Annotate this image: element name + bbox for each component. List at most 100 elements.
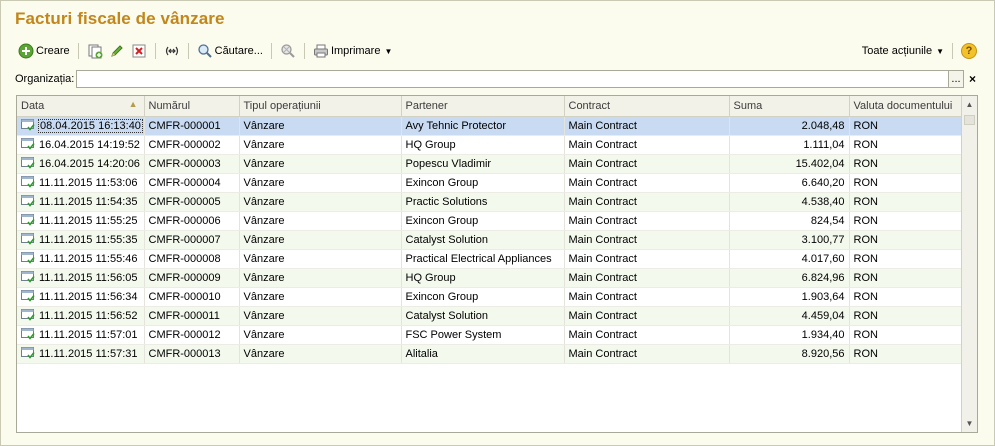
edit-icon — [109, 43, 125, 59]
table-row[interactable]: 11.11.2015 11:56:05 CMFR-000009 Vânzare HQ … — [17, 268, 963, 288]
cell-sum: 8.920,56 — [729, 344, 850, 364]
cell-partner: Exincon Group — [401, 287, 565, 307]
cell-currency: RON — [849, 325, 963, 345]
cell-partner: Practical Electrical Appliances — [401, 249, 565, 269]
create-label: Creare — [36, 45, 70, 57]
organization-filter: Organizația: ... × — [15, 69, 980, 89]
cell-date-text: 16.04.2015 14:19:52 — [39, 139, 140, 151]
cell-currency: RON — [849, 192, 963, 212]
cell-date-text: 11.11.2015 11:55:35 — [39, 234, 138, 246]
cell-sum: 4.017,60 — [729, 249, 850, 269]
window: Facturi fiscale de vânzare Creare Căutar… — [0, 0, 995, 446]
column-header-currency[interactable]: Valuta documentului — [849, 96, 963, 117]
chevron-down-icon: ▼ — [936, 46, 944, 56]
document-posted-icon — [21, 233, 35, 245]
cell-type: Vânzare — [239, 306, 402, 326]
cell-contract: Main Contract — [564, 344, 730, 364]
cell-sum: 6.824,96 — [729, 268, 850, 288]
table-row[interactable]: 11.11.2015 11:55:25 CMFR-000006 Vânzare Exi… — [17, 211, 963, 231]
cell-sum: 4.538,40 — [729, 192, 850, 212]
cell-type: Vânzare — [239, 173, 402, 193]
cell-date-text: 11.11.2015 11:57:01 — [39, 329, 138, 341]
table-row[interactable]: 11.11.2015 11:57:01 CMFR-000012 Vânzare FSC… — [17, 325, 963, 345]
cell-date-text: 11.11.2015 11:56:34 — [39, 291, 138, 303]
table-row[interactable]: 11.11.2015 11:54:35 CMFR-000005 Vânzare Pra… — [17, 192, 963, 212]
cell-date: 11.11.2015 11:56:34 — [17, 287, 145, 307]
table-row[interactable]: 16.04.2015 14:19:52 CMFR-000002 Vânzare HQ … — [17, 135, 963, 155]
toolbar-separator — [187, 43, 189, 59]
cell-partner: FSC Power System — [401, 325, 565, 345]
cell-date-text: 11.11.2015 11:55:25 — [39, 215, 138, 227]
cell-number: CMFR-000011 — [144, 306, 240, 326]
print-button[interactable]: Imprimare ▼ — [310, 41, 395, 61]
create-button[interactable]: Creare — [15, 41, 73, 61]
cell-partner: Alitalia — [401, 344, 565, 364]
table-row[interactable]: 11.11.2015 11:57:31 CMFR-000013 Vânzare Ali… — [17, 344, 963, 364]
documents-table: Data ▲ Numărul Tipul operațiunii Partener… — [16, 95, 978, 433]
cell-type: Vânzare — [239, 344, 402, 364]
cell-currency: RON — [849, 211, 963, 231]
cell-contract: Main Contract — [564, 249, 730, 269]
cell-currency: RON — [849, 344, 963, 364]
scroll-up-icon[interactable]: ▲ — [962, 96, 977, 113]
scroll-down-icon[interactable]: ▼ — [962, 415, 977, 432]
link-button[interactable] — [161, 41, 183, 61]
document-posted-icon — [21, 290, 35, 302]
document-posted-icon — [21, 214, 35, 226]
cell-sum: 15.402,04 — [729, 154, 850, 174]
help-icon: ? — [961, 43, 977, 59]
column-header-contract[interactable]: Contract — [564, 96, 730, 117]
cell-date: 16.04.2015 14:20:06 — [17, 154, 145, 174]
cell-partner: Avy Tehnic Protector — [401, 116, 565, 136]
table-row[interactable]: 11.11.2015 11:53:06 CMFR-000004 Vânzare Exi… — [17, 173, 963, 193]
cell-date-text: 11.11.2015 11:56:52 — [39, 310, 138, 322]
vertical-scrollbar[interactable]: ▲ ▼ — [961, 96, 977, 432]
cell-date: 11.11.2015 11:55:35 — [17, 230, 145, 250]
delete-button[interactable] — [128, 41, 150, 61]
copy-button[interactable] — [84, 41, 106, 61]
edit-button[interactable] — [106, 41, 128, 61]
cell-contract: Main Contract — [564, 230, 730, 250]
cell-contract: Main Contract — [564, 154, 730, 174]
cell-number: CMFR-000006 — [144, 211, 240, 231]
cell-number: CMFR-000012 — [144, 325, 240, 345]
toolbar-separator — [303, 43, 305, 59]
scroll-thumb[interactable] — [964, 115, 975, 125]
all-actions-button[interactable]: Toate acțiunile ▼ — [859, 41, 947, 61]
table-row[interactable]: 11.11.2015 11:56:52 CMFR-000011 Vânzare Cat… — [17, 306, 963, 326]
column-header-number[interactable]: Numărul — [144, 96, 240, 117]
cell-partner: HQ Group — [401, 135, 565, 155]
search-button[interactable]: Căutare... — [194, 41, 266, 61]
chevron-down-icon: ▼ — [384, 46, 393, 56]
cell-sum: 1.903,64 — [729, 287, 850, 307]
cell-partner: Exincon Group — [401, 211, 565, 231]
organization-field[interactable] — [76, 70, 949, 88]
organization-clear-button[interactable]: × — [965, 70, 980, 88]
cell-partner: HQ Group — [401, 268, 565, 288]
column-header-partner[interactable]: Partener — [401, 96, 565, 117]
cell-date: 11.11.2015 11:56:05 — [17, 268, 145, 288]
help-button[interactable]: ? — [958, 41, 980, 61]
table-row[interactable]: 16.04.2015 14:20:06 CMFR-000003 Vânzare Pop… — [17, 154, 963, 174]
cell-number: CMFR-000004 — [144, 173, 240, 193]
cell-type: Vânzare — [239, 230, 402, 250]
table-row[interactable]: 11.11.2015 11:56:34 CMFR-000010 Vânzare Exi… — [17, 287, 963, 307]
cell-partner: Catalyst Solution — [401, 306, 565, 326]
column-header-operation-type[interactable]: Tipul operațiunii — [239, 96, 402, 117]
organization-select-button[interactable]: ... — [949, 70, 964, 88]
cell-sum: 3.100,77 — [729, 230, 850, 250]
column-header-sum[interactable]: Suma — [729, 96, 850, 117]
column-header-date[interactable]: Data ▲ — [17, 96, 145, 117]
link-icon — [164, 43, 180, 59]
table-row[interactable]: 11.11.2015 11:55:46 CMFR-000008 Vânzare Pra… — [17, 249, 963, 269]
page-title: Facturi fiscale de vânzare — [15, 9, 225, 28]
cell-date: 11.11.2015 11:53:06 — [17, 173, 145, 193]
cell-date-text: 11.11.2015 11:54:35 — [39, 196, 138, 208]
print-label: Imprimare — [330, 45, 381, 57]
table-row[interactable]: 08.04.2015 16:13:40 CMFR-000001 Vânzare Avy… — [17, 116, 963, 136]
table-row[interactable]: 11.11.2015 11:55:35 CMFR-000007 Vânzare Cat… — [17, 230, 963, 250]
print-icon — [313, 43, 329, 59]
cell-contract: Main Contract — [564, 268, 730, 288]
clear-search-button[interactable] — [277, 41, 299, 61]
document-posted-icon — [21, 328, 35, 340]
